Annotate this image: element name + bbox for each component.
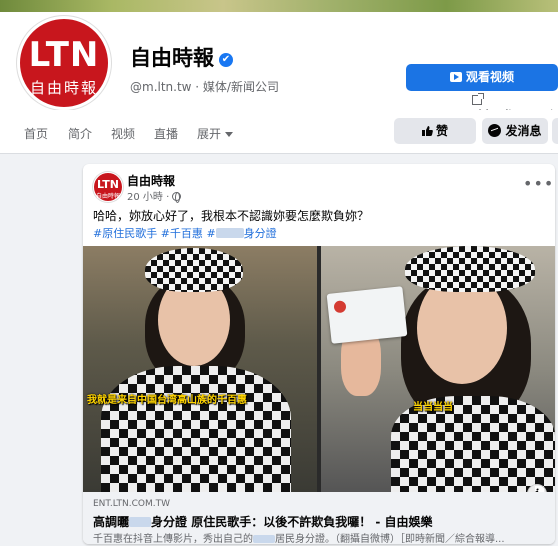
page-title-text: 自由時報 — [130, 46, 214, 70]
tab-more-label: 展开 — [197, 127, 222, 141]
page-subtitle: @m.ltn.tw · 媒体/新闻公司 — [130, 80, 279, 94]
verified-badge-icon: ✔ — [219, 53, 233, 67]
video-caption: 当当当当 — [413, 402, 453, 413]
like-page-button[interactable]: 赞 — [394, 118, 476, 144]
link-title-prefix: 高調曬 — [93, 515, 130, 529]
play-icon — [449, 72, 462, 82]
tab-videos[interactable]: 视频 — [111, 125, 135, 142]
page-logo[interactable]: LTN 自由時報 — [17, 16, 111, 110]
post-options-button[interactable]: ••• — [523, 174, 554, 193]
message-button[interactable]: 发消息 — [482, 118, 548, 144]
video-frame-left: 我就是来自中国台湾高山族的千百惠 — [83, 246, 317, 492]
post-author[interactable]: 自由時報 — [127, 172, 175, 189]
tab-home[interactable]: 首页 — [24, 125, 48, 142]
logo-text: LTN — [28, 35, 100, 75]
video-frame-right: 当当当当 — [321, 246, 555, 492]
id-card-image — [326, 286, 408, 344]
thumbs-up-icon — [421, 126, 433, 136]
external-link-icon — [472, 93, 484, 105]
post-timestamp[interactable]: 20 小時 · — [127, 188, 182, 203]
link-domain: ENT.LTN.COM.TW — [93, 499, 170, 509]
cover-photo-strip — [0, 0, 558, 12]
video-caption: 我就是来自中国台湾高山族的千百惠 — [87, 395, 247, 406]
hashtag-link[interactable]: #千百惠 — [161, 227, 203, 240]
link-desc-prefix: 千百惠在抖音上傳影片，秀出自己的 — [93, 534, 253, 544]
tab-live[interactable]: 直播 — [154, 125, 178, 142]
caret-down-icon — [225, 132, 234, 137]
link-description: 千百惠在抖音上傳影片，秀出自己的 居民身分證。（翻攝自微博）［即時新聞／綜合報導.… — [93, 530, 505, 544]
hashtag-prefix: # — [206, 227, 216, 240]
post-hashtags: #原住民歌手 #千百惠 # 身分證 — [93, 225, 277, 241]
globe-icon — [172, 192, 182, 203]
redacted-text — [215, 228, 244, 238]
tab-more[interactable]: 展开 — [197, 125, 234, 142]
post-time-text: 20 小時 · — [127, 192, 170, 203]
link-title: 高調曬 身分證 原住民歌手：以後不許欺負我囉！ - 自由娛樂 — [93, 513, 433, 530]
post-media[interactable]: 我就是来自中国台湾高山族的千百惠 当当当当 — [83, 246, 555, 492]
hashtag-suffix: 身分證 — [243, 227, 277, 240]
page-nav-bar: 首页 简介 视频 直播 展开 赞 发消息 — [0, 110, 558, 154]
page-title: 自由時報 ✔ — [130, 42, 233, 72]
link-title-suffix: 身分證 原住民歌手：以後不許欺負我囉！ - 自由娛樂 — [151, 515, 433, 529]
hashtag-link[interactable]: # 身分證 — [206, 227, 276, 240]
logo-subtext: 自由時報 — [29, 79, 98, 97]
hashtag-link[interactable]: #原住民歌手 — [93, 227, 157, 240]
avatar[interactable]: LTN 自由時報 — [93, 172, 123, 202]
message-label: 发消息 — [505, 124, 542, 138]
tab-about[interactable]: 简介 — [68, 125, 92, 142]
link-preview[interactable]: ENT.LTN.COM.TW 高調曬 身分證 原住民歌手：以後不許欺負我囉！ - … — [83, 492, 555, 544]
avatar-text: LTN — [97, 178, 119, 191]
like-label: 赞 — [435, 124, 448, 138]
messenger-icon — [488, 124, 502, 137]
watch-video-label: 观看视频 — [465, 70, 514, 84]
avatar-subtext: 自由時報 — [95, 193, 120, 200]
more-actions-button[interactable] — [552, 118, 558, 144]
post-card: LTN 自由時報 自由時報 20 小時 · ••• 哈哈，妳放心好了，我根本不認… — [83, 164, 555, 544]
redacted-text — [129, 517, 152, 527]
redacted-text — [253, 535, 275, 543]
post-text: 哈哈，妳放心好了，我根本不認識妳要怎麼欺負妳？ — [93, 209, 370, 223]
watch-video-button[interactable]: 观看视频 — [406, 64, 558, 91]
link-desc-suffix: 居民身分證。（翻攝自微博）［即時新聞／綜合報導... — [275, 534, 505, 544]
